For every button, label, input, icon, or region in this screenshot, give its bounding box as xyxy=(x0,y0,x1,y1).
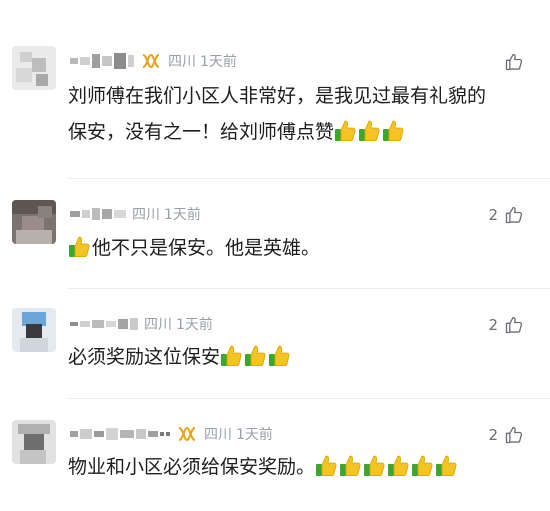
comment-time: 1天前 xyxy=(236,427,273,443)
comment-time: 1天前 xyxy=(176,317,213,333)
thumbs-up-emoji-icon xyxy=(359,120,380,141)
comment-text: 物业和小区必须给保安奖励。 xyxy=(68,451,459,483)
thumbs-up-emoji-icon xyxy=(316,455,337,476)
thumbs-up-outline-icon xyxy=(505,53,523,71)
thumbs-emoji-group xyxy=(315,455,459,478)
comment-time: 1天前 xyxy=(164,207,201,223)
like-button[interactable]: 2 xyxy=(488,205,524,225)
thumbs-up-emoji-icon xyxy=(269,345,290,366)
thumbs-emoji-group xyxy=(220,345,292,368)
thumbs-up-emoji-icon xyxy=(436,455,457,476)
thumbs-up-emoji-icon xyxy=(412,455,433,476)
comment-text: 必须奖励这位保安 xyxy=(68,341,292,373)
comment-text: 他不只是保安。他是英雄。 xyxy=(68,232,320,264)
like-button[interactable]: 2 xyxy=(488,315,524,335)
comment-text-segment: 必须奖励这位保安 xyxy=(68,346,221,368)
thumbs-up-emoji-icon xyxy=(245,345,266,366)
thumbs-up-outline-icon xyxy=(505,206,523,224)
thumbs-up-emoji-icon xyxy=(383,120,404,141)
username-blurred[interactable] xyxy=(70,53,134,69)
username-blurred[interactable] xyxy=(70,208,126,220)
username-blurred[interactable] xyxy=(70,318,138,330)
divider xyxy=(68,178,550,179)
thumbs-up-emoji-icon xyxy=(388,455,409,476)
avatar[interactable] xyxy=(12,46,56,90)
like-count: 2 xyxy=(488,426,498,444)
comment-text-line: 保安，没有之一！给刘师傅点赞 xyxy=(68,116,486,148)
avatar[interactable] xyxy=(12,420,56,464)
like-count: 2 xyxy=(488,316,498,334)
comment-meta: 四川 1天前 xyxy=(70,313,213,335)
thumbs-emoji-group xyxy=(68,236,92,259)
comment-text-segment: 他不只是保安。他是英雄。 xyxy=(92,237,321,259)
like-count: 2 xyxy=(488,206,498,224)
comment-location: 四川 xyxy=(204,427,232,443)
thumbs-up-emoji-icon xyxy=(364,455,385,476)
comment-meta: 四川 1天前 xyxy=(70,423,273,445)
gold-badge-icon xyxy=(176,426,198,442)
like-button[interactable] xyxy=(498,52,524,72)
comment-time: 1天前 xyxy=(200,54,237,70)
like-button[interactable]: 2 xyxy=(488,425,524,445)
divider xyxy=(68,288,550,289)
comment-location: 四川 xyxy=(144,317,172,333)
thumbs-up-emoji-icon xyxy=(340,455,361,476)
comment-meta: 四川 1天前 xyxy=(70,203,201,225)
comment-location: 四川 xyxy=(132,207,160,223)
thumbs-up-outline-icon xyxy=(505,316,523,334)
comment-text-segment: 物业和小区必须给保安奖励。 xyxy=(68,456,316,478)
comment-text: 刘师傅在我们小区人非常好，是我见过最有礼貌的 保安，没有之一！给刘师傅点赞 xyxy=(68,80,486,148)
thumbs-up-emoji-icon xyxy=(221,345,242,366)
comment-location: 四川 xyxy=(168,54,196,70)
comment-text-segment: 保安，没有之一！给刘师傅点赞 xyxy=(68,121,335,143)
gold-badge-icon xyxy=(140,53,162,69)
comment-meta: 四川 1天前 xyxy=(70,50,237,72)
thumbs-up-outline-icon xyxy=(505,426,523,444)
thumbs-up-emoji-icon xyxy=(335,120,356,141)
avatar[interactable] xyxy=(12,200,56,244)
avatar[interactable] xyxy=(12,308,56,352)
thumbs-emoji-group xyxy=(334,120,406,143)
thumbs-up-emoji-icon xyxy=(69,236,90,257)
divider xyxy=(68,398,550,399)
comment-text-line: 刘师傅在我们小区人非常好，是我见过最有礼貌的 xyxy=(68,85,487,107)
username-blurred[interactable] xyxy=(70,428,170,440)
